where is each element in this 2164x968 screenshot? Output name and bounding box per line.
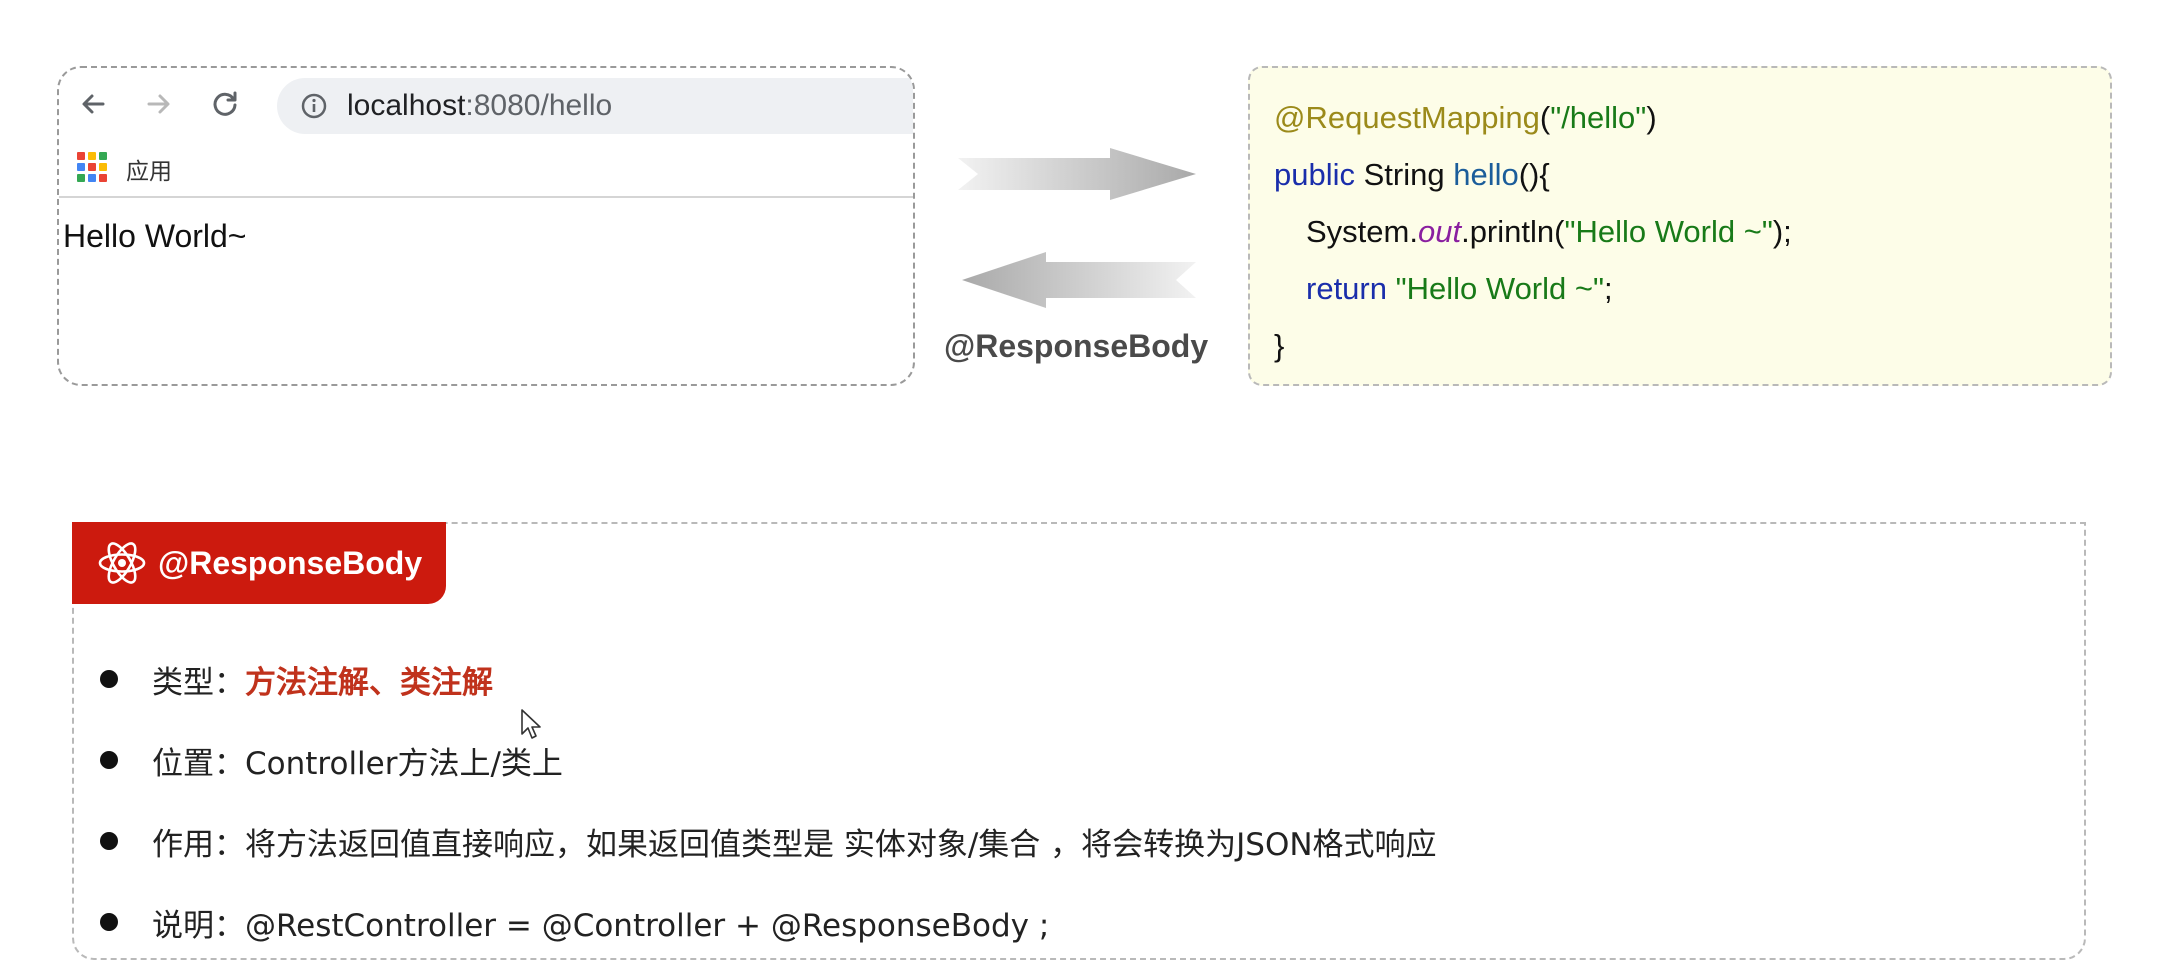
request-arrow-icon xyxy=(958,148,1196,200)
card-title: @ResponseBody xyxy=(158,544,423,581)
list-item-text: 作用：将方法返回值直接响应，如果返回值类型是 实体对象/集合 ，将会转换为JSO… xyxy=(152,819,1437,864)
code-line-4: return "Hello World ~"; xyxy=(1306,271,1613,307)
code-paren-open: ( xyxy=(1539,100,1551,135)
address-bar[interactable]: localhost:8080/hello xyxy=(277,78,913,134)
bookmark-apps-label[interactable]: 应用 xyxy=(126,152,172,186)
bookmarks-bar: 应用 xyxy=(59,140,913,198)
browser-window: localhost:8080/hello 应用 Hello World~ xyxy=(57,66,915,386)
item-label: 位置： xyxy=(152,745,245,782)
list-item: 位置：Controller方法上/类上 xyxy=(100,735,563,785)
code-mapping-path: "/hello" xyxy=(1550,100,1647,135)
mouse-cursor-icon xyxy=(521,709,541,739)
code-paren-close: ) xyxy=(1646,100,1657,135)
item-value: Controller方法上/类上 xyxy=(245,745,563,782)
code-line-3: System.out.println("Hello World ~"); xyxy=(1306,214,1792,250)
code-method-name: hello xyxy=(1453,157,1519,192)
code-print-string: "Hello World ~" xyxy=(1564,214,1773,249)
bullet-icon xyxy=(100,832,118,850)
item-label: 类型： xyxy=(152,664,245,701)
list-item-text: 类型：方法注解、类注解 xyxy=(152,657,493,702)
page-body-text: Hello World~ xyxy=(63,218,247,254)
code-out-field: out xyxy=(1417,214,1462,249)
bullet-icon xyxy=(100,670,118,688)
back-arrow-icon[interactable] xyxy=(73,84,113,124)
code-line-1: @RequestMapping("/hello") xyxy=(1274,100,1657,136)
code-method-rest: (){ xyxy=(1518,157,1550,192)
code-return-end: ; xyxy=(1603,271,1613,306)
item-value: 将方法返回值直接响应，如果返回值类型是 实体对象/集合 ，将会转换为JSON格式… xyxy=(245,826,1437,863)
apps-grid-dot xyxy=(77,163,85,171)
bullet-icon xyxy=(100,751,118,769)
code-line-2: public String hello(){ xyxy=(1274,157,1550,193)
code-print-end: ); xyxy=(1772,214,1792,249)
list-item-text: 说明：@RestController = @Controller + @Resp… xyxy=(152,900,1049,945)
code-return-type: String xyxy=(1355,157,1454,192)
list-item: 作用：将方法返回值直接响应，如果返回值类型是 实体对象/集合 ，将会转换为JSO… xyxy=(100,816,1437,866)
item-label: 作用： xyxy=(152,826,245,863)
forward-arrow-icon[interactable] xyxy=(139,84,179,124)
browser-toolbar: localhost:8080/hello xyxy=(59,68,913,140)
url-path: :8080/hello xyxy=(465,89,613,122)
apps-grid-dot xyxy=(99,174,107,182)
atom-icon xyxy=(98,542,146,584)
list-item-text: 位置：Controller方法上/类上 xyxy=(152,738,563,783)
url-text[interactable]: localhost:8080/hello xyxy=(347,89,612,123)
apps-grid-dot xyxy=(77,174,85,182)
apps-grid-dot xyxy=(99,152,107,160)
code-snippet-panel: @RequestMapping("/hello") public String … xyxy=(1248,66,2112,386)
code-keyword-public: public xyxy=(1274,157,1355,192)
list-item: 说明：@RestController = @Controller + @Resp… xyxy=(100,897,1049,947)
apps-grid-dot xyxy=(88,163,96,171)
code-system: System. xyxy=(1306,214,1418,249)
request-response-arrows xyxy=(958,148,1196,308)
item-label: 说明： xyxy=(152,907,245,944)
code-annotation: @RequestMapping xyxy=(1274,100,1540,135)
apps-grid-dot xyxy=(88,174,96,182)
item-value: @RestController = @Controller + @Respons… xyxy=(245,907,1050,944)
item-value-highlight: 方法注解、类注解 xyxy=(245,664,493,701)
apps-grid-dot xyxy=(99,163,107,171)
apps-grid-dot xyxy=(88,152,96,160)
code-keyword-return: return xyxy=(1306,271,1396,306)
list-item: 类型：方法注解、类注解 xyxy=(100,654,493,704)
reload-icon[interactable] xyxy=(205,84,245,124)
apps-grid-icon[interactable] xyxy=(77,152,107,182)
response-arrow-icon xyxy=(962,252,1196,308)
code-return-string: "Hello World ~" xyxy=(1395,271,1604,306)
card-header: @ResponseBody xyxy=(72,522,446,604)
url-host: localhost xyxy=(347,89,466,122)
info-icon[interactable] xyxy=(299,91,329,121)
arrow-caption: @ResponseBody xyxy=(944,328,1209,364)
apps-grid-dot xyxy=(77,152,85,160)
code-println: .println( xyxy=(1461,214,1565,249)
code-line-5: } xyxy=(1274,328,1285,363)
bullet-icon xyxy=(100,913,118,931)
